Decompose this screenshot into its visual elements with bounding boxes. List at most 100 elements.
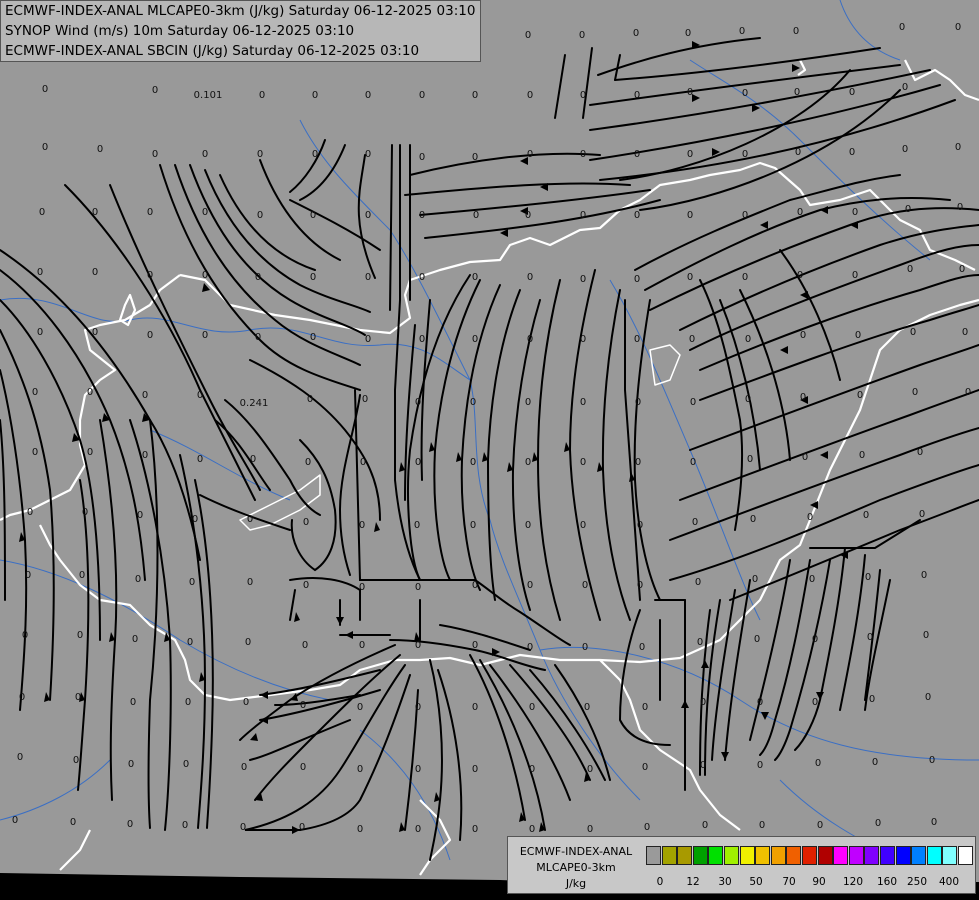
legend-tick-label: 250: [906, 876, 928, 888]
cin-value-label: 0: [869, 694, 875, 705]
cin-value-label: 0: [931, 817, 937, 828]
legend-swatch: [661, 846, 677, 865]
legend-swatch: [786, 846, 802, 865]
weather-map: 0 0 0 0 0 0 0 0 0 0 0 0 0 0 0 0 0 0 0 0 0 0 0 0 0 0 0 0 0 0 0 0 0 0 0 0 0 0 0 0…: [0, 0, 979, 900]
cin-value-label: 0: [809, 574, 815, 585]
cin-value-label: 0: [32, 447, 38, 458]
cin-value-label: 0: [527, 334, 533, 345]
cin-value-label: 0: [863, 510, 869, 521]
title-line-cape: ECMWF-INDEX-ANAL MLCAPE0-3km (J/kg) Satu…: [5, 3, 476, 19]
cin-value-label: 0: [39, 207, 45, 218]
cin-value-label: 0: [857, 390, 863, 401]
cin-value-label: 0: [580, 520, 586, 531]
cin-value-label: 0: [742, 272, 748, 283]
legend-swatch: [802, 846, 817, 865]
legend-source: ECMWF-INDEX-ANAL: [519, 845, 633, 858]
cin-value-label: 0: [955, 22, 961, 33]
cin-value-label: 0: [752, 574, 758, 585]
cin-value-label: 0: [187, 637, 193, 648]
cin-value-label: 0: [414, 520, 420, 531]
cin-value-label: 0: [183, 759, 189, 770]
legend-swatch: [755, 846, 771, 865]
cin-value-label: 0: [807, 512, 813, 523]
cin-value-label: 0: [472, 580, 478, 591]
cin-value-label: 0: [472, 824, 478, 835]
cin-value-label: 0: [362, 394, 368, 405]
cin-value-label: 0: [817, 820, 823, 831]
cin-value-label: 0: [527, 149, 533, 160]
cin-value-label: 0: [415, 582, 421, 593]
cin-value-label: 0: [797, 207, 803, 218]
cin-value-label: 0: [529, 764, 535, 775]
legend-swatch: [646, 846, 661, 865]
cin-value-label: 0: [912, 387, 918, 398]
legend-tick-label: 12: [686, 876, 700, 888]
cin-value-label: 0: [759, 820, 765, 831]
cin-value-label: 0: [303, 517, 309, 528]
cin-value-label: 0: [152, 85, 158, 96]
cin-value-label: 0: [359, 520, 365, 531]
cin-value-label: 0: [470, 457, 476, 468]
cin-value-label: 0: [812, 697, 818, 708]
legend-swatch: [848, 846, 864, 865]
cin-value-label: 0: [312, 149, 318, 160]
cin-value-label: 0: [525, 30, 531, 41]
cin-value-label: 0: [92, 267, 98, 278]
map-value-label: 0.241: [240, 398, 269, 409]
legend-swatch: [926, 846, 942, 865]
cin-value-label: 0: [365, 149, 371, 160]
cin-value-label: 0: [923, 630, 929, 641]
cin-value-label: 0: [359, 640, 365, 651]
cin-value-label: 0: [250, 454, 256, 465]
cin-value-label: 0: [189, 577, 195, 588]
cin-value-label: 0: [365, 272, 371, 283]
cin-value-label: 0: [128, 759, 134, 770]
cin-value-label: 0: [875, 818, 881, 829]
cin-value-label: 0: [310, 272, 316, 283]
cin-value-label: 0: [202, 207, 208, 218]
cin-value-label: 0: [690, 397, 696, 408]
cin-value-label: 0: [919, 509, 925, 520]
cin-value-label: 0: [310, 332, 316, 343]
cin-value-label: 0: [794, 87, 800, 98]
cin-value-label: 0: [739, 26, 745, 37]
cin-value-label: 0: [202, 330, 208, 341]
cin-value-label: 0: [12, 815, 18, 826]
cin-value-label: 0: [580, 90, 586, 101]
legend-swatch: [739, 846, 755, 865]
cin-value-label: 0: [872, 757, 878, 768]
cin-value-label: 0: [419, 334, 425, 345]
legend-swatch: [692, 846, 708, 865]
cin-value-label: 0: [357, 764, 363, 775]
cin-value-label: 0: [527, 272, 533, 283]
cin-value-label: 0: [259, 90, 265, 101]
map-title-box: ECMWF-INDEX-ANAL MLCAPE0-3km (J/kg) Satu…: [0, 0, 481, 62]
cin-value-label: 0: [697, 637, 703, 648]
cin-value-label: 0: [742, 88, 748, 99]
cin-value-label: 0: [582, 580, 588, 591]
cin-value-label: 0: [472, 764, 478, 775]
cin-value-label: 0: [472, 702, 478, 713]
cin-value-label: 0: [962, 327, 968, 338]
cin-value-label: 0: [87, 387, 93, 398]
cin-value-label: 0: [584, 702, 590, 713]
cin-value-label: 0: [757, 697, 763, 708]
cin-value-label: 0: [419, 90, 425, 101]
cin-value-label: 0: [197, 390, 203, 401]
cin-value-label: 0: [700, 760, 706, 771]
cin-value-label: 0: [902, 144, 908, 155]
cin-value-label: 0: [529, 702, 535, 713]
cin-value-label: 0: [702, 820, 708, 831]
cin-value-label: 0: [247, 577, 253, 588]
legend-tick-label: 160: [876, 876, 898, 888]
legend-tick-label: 120: [842, 876, 864, 888]
cin-value-label: 0: [852, 207, 858, 218]
cin-value-label: 0: [902, 82, 908, 93]
cin-value-label: 0: [529, 824, 535, 835]
cin-value-label: 0: [142, 390, 148, 401]
legend-swatch: [864, 846, 880, 865]
cin-value-label: 0: [419, 210, 425, 221]
legend-swatch: [677, 846, 693, 865]
cin-value-label: 0: [690, 457, 696, 468]
cin-value-label: 0: [42, 84, 48, 95]
